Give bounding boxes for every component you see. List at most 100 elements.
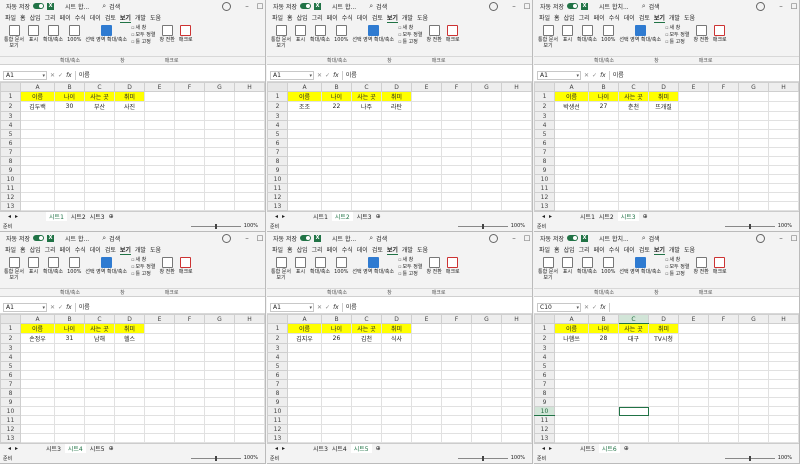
cell[interactable] (648, 415, 679, 425)
cell[interactable] (114, 165, 145, 175)
column-header[interactable]: A (20, 82, 55, 92)
column-header[interactable]: E (411, 82, 442, 92)
cell[interactable] (174, 174, 205, 184)
cell[interactable] (144, 129, 175, 139)
cell[interactable] (20, 201, 55, 211)
cell[interactable] (381, 129, 412, 139)
cell[interactable] (588, 379, 619, 389)
column-header[interactable]: H (234, 314, 265, 324)
name-box[interactable]: A1 (537, 71, 581, 80)
add-sheet-icon[interactable]: ⊕ (109, 213, 114, 220)
minimize-icon[interactable]: – (242, 2, 252, 10)
cell[interactable] (84, 406, 115, 416)
cell[interactable] (144, 111, 175, 121)
cell[interactable] (441, 379, 472, 389)
minimize-icon[interactable]: – (776, 2, 786, 10)
column-header[interactable]: E (678, 314, 709, 324)
cell[interactable] (554, 183, 589, 193)
cell[interactable]: 취미 (114, 91, 145, 102)
row-header[interactable]: 12 (267, 192, 288, 202)
cell[interactable] (84, 379, 115, 389)
cell[interactable]: 남해 (84, 333, 115, 344)
row-header[interactable]: 2 (267, 333, 288, 344)
cell[interactable] (381, 201, 412, 211)
cell[interactable] (321, 147, 352, 157)
arrange-all-button[interactable]: 모두 정렬 (131, 264, 155, 271)
column-header[interactable]: E (144, 82, 175, 92)
cell[interactable] (174, 352, 205, 362)
cell[interactable]: 나주 (351, 101, 382, 112)
cell[interactable] (84, 424, 115, 434)
cell[interactable]: 사는 곳 (84, 91, 115, 102)
cell[interactable] (144, 397, 175, 407)
sheet-tab[interactable]: 시트3 (46, 444, 61, 453)
zoom-slider[interactable] (724, 455, 775, 461)
display-button[interactable]: 표시 (295, 257, 306, 275)
cell[interactable] (648, 120, 679, 130)
workbook-view-button[interactable]: 통합 문서 보기 (4, 25, 24, 49)
cell[interactable] (554, 352, 589, 362)
cell[interactable] (84, 343, 115, 353)
cell[interactable] (471, 333, 502, 344)
cell[interactable] (381, 361, 412, 371)
menu-2[interactable]: 삽입 (297, 13, 308, 22)
zoom-percent[interactable]: 100% (511, 223, 525, 229)
macro-button[interactable]: 매크로 (179, 25, 193, 43)
column-header[interactable]: C (351, 82, 382, 92)
cell[interactable] (501, 183, 532, 193)
cell[interactable] (321, 192, 352, 202)
cell[interactable] (321, 174, 352, 184)
select-all-corner[interactable] (267, 314, 288, 324)
cell[interactable] (321, 165, 352, 175)
row-header[interactable]: 7 (534, 379, 555, 389)
zoom-selection-button[interactable]: 선택 영역 확대/축소 (352, 257, 394, 275)
cell[interactable] (618, 433, 649, 443)
cell[interactable]: 취미 (114, 323, 145, 334)
column-header[interactable]: E (678, 82, 709, 92)
cell[interactable]: 식사 (381, 333, 412, 344)
cell[interactable] (54, 388, 85, 398)
cell[interactable] (381, 174, 412, 184)
cell[interactable] (114, 388, 145, 398)
menu-8[interactable]: 보기 (386, 13, 398, 23)
row-header[interactable]: 11 (267, 183, 288, 193)
cell[interactable] (144, 406, 175, 416)
prev-sheet-icon[interactable]: ◂ (542, 445, 545, 452)
cell[interactable] (708, 343, 739, 353)
column-header[interactable]: B (588, 314, 619, 324)
row-header[interactable]: 5 (0, 361, 21, 371)
cell[interactable] (84, 138, 115, 148)
cell[interactable] (411, 433, 442, 443)
cell[interactable] (351, 424, 382, 434)
autosave-toggle[interactable] (33, 3, 44, 9)
sheet-tab[interactable]: 시트5 (350, 443, 372, 454)
row-header[interactable]: 10 (0, 174, 21, 184)
cell[interactable] (588, 111, 619, 121)
menu-1[interactable]: 홈 (287, 245, 293, 254)
cell[interactable] (287, 361, 322, 371)
arrange-all-button[interactable]: 모두 정렬 (398, 32, 422, 39)
cell[interactable] (768, 370, 799, 380)
column-header[interactable]: H (501, 82, 532, 92)
cell[interactable] (648, 379, 679, 389)
next-sheet-icon[interactable]: ▸ (549, 213, 552, 220)
cell[interactable] (501, 129, 532, 139)
cell[interactable] (234, 352, 265, 362)
column-header[interactable]: A (20, 314, 55, 324)
cell[interactable]: 나이 (588, 323, 619, 334)
cell[interactable] (554, 379, 589, 389)
cell[interactable] (708, 192, 739, 202)
row-header[interactable]: 11 (0, 415, 21, 425)
new-window-button[interactable]: 새 창 (131, 25, 155, 32)
column-header[interactable]: C (351, 314, 382, 324)
cell[interactable] (204, 323, 235, 334)
zoom-percent[interactable]: 100% (244, 455, 258, 461)
search-icon[interactable]: ⌕ (102, 234, 106, 243)
cell[interactable] (351, 183, 382, 193)
avatar[interactable] (756, 233, 765, 243)
cell[interactable] (321, 406, 352, 416)
cell[interactable] (114, 352, 145, 362)
cell[interactable] (204, 370, 235, 380)
cell[interactable] (174, 138, 205, 148)
cell[interactable] (54, 415, 85, 425)
